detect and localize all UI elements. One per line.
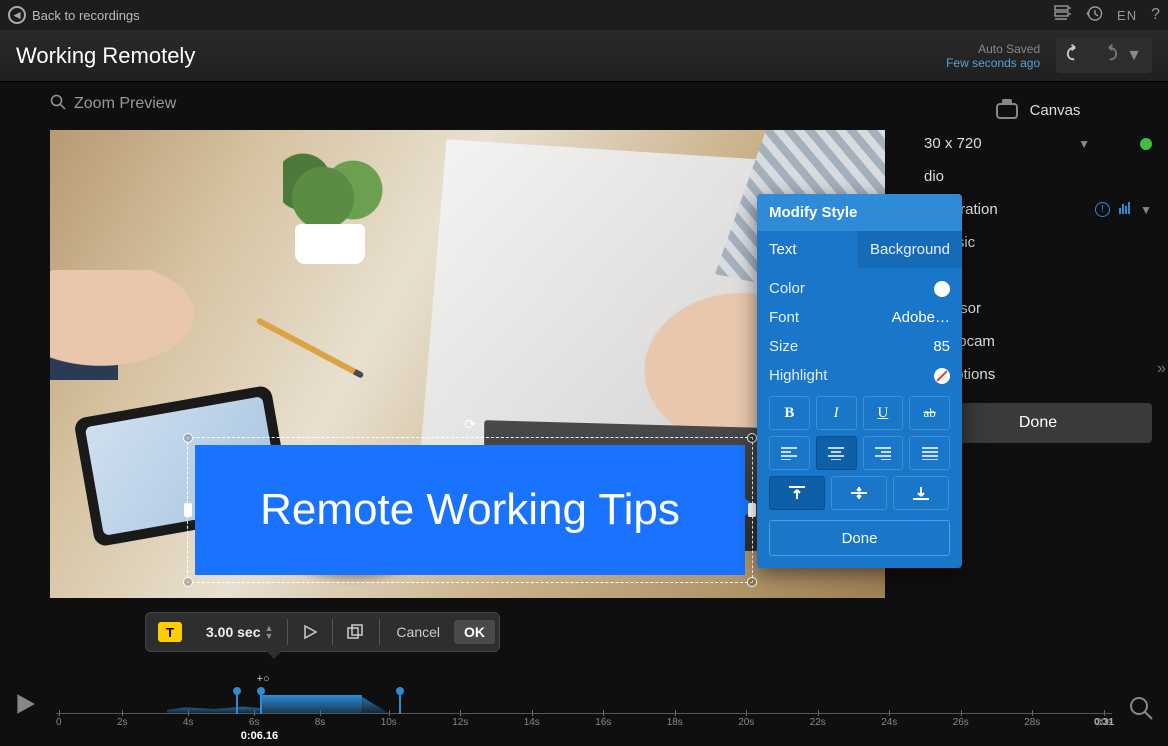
- timeline-tick: 2s: [117, 717, 128, 728]
- history-icon[interactable]: [1086, 5, 1103, 26]
- align-justify-button[interactable]: [909, 436, 950, 470]
- valign-middle-button[interactable]: [831, 476, 887, 510]
- timeline-tick: 28s: [1024, 717, 1040, 728]
- color-swatch-white[interactable]: [934, 281, 950, 297]
- timeline: +○ 0:06.16 0 2s 4s 6s 8s 10s 12s 14s 16s 18s 20s 22…: [0, 668, 1168, 746]
- modify-style-tabs: Text Background: [757, 231, 962, 268]
- italic-button[interactable]: I: [816, 396, 857, 430]
- timeline-region-fadeout[interactable]: [362, 697, 388, 713]
- modify-style-title: Modify Style: [757, 194, 962, 231]
- overlay-toolbar: T 3.00 sec ▲▼ Cancel OK: [145, 612, 500, 652]
- duplicate-overlay-button[interactable]: [339, 617, 373, 647]
- top-nav: ◄ Back to recordings EN ?: [0, 0, 1168, 30]
- timeline-tick: 24s: [881, 717, 897, 728]
- timeline-playhead[interactable]: [260, 692, 262, 714]
- layers-icon[interactable]: [1054, 5, 1072, 25]
- timeline-tick: 6s: [249, 717, 260, 728]
- valign-bottom-button[interactable]: [893, 476, 949, 510]
- status-dot-green: [1140, 138, 1152, 150]
- timeline-tick: 18s: [667, 717, 683, 728]
- play-button[interactable]: [12, 691, 38, 722]
- chevron-down-icon[interactable]: ▼: [1140, 203, 1152, 217]
- modify-done-button[interactable]: Done: [769, 520, 950, 556]
- timeline-tick: 16s: [595, 717, 611, 728]
- current-time: 0:06.16: [241, 730, 278, 742]
- timeline-tick: 14s: [524, 717, 540, 728]
- modify-style-popup: Modify Style Text Background Color Font …: [757, 194, 962, 568]
- play-overlay-button[interactable]: [294, 617, 326, 647]
- timeline-region-fadein[interactable]: [167, 705, 262, 713]
- timeline-tick: 26s: [953, 717, 969, 728]
- row-color[interactable]: Color: [769, 274, 950, 303]
- overlay-duration[interactable]: 3.00 sec ▲▼: [198, 617, 281, 647]
- add-marker-icon[interactable]: +○: [257, 673, 270, 685]
- project-title: Working Remotely: [16, 43, 946, 69]
- row-highlight[interactable]: Highlight: [769, 361, 950, 390]
- undo-button[interactable]: [1066, 44, 1088, 67]
- resolution-row[interactable]: 30 x 720 ▼: [908, 127, 1168, 160]
- resize-handle-ne[interactable]: [747, 433, 757, 443]
- resize-handle-sw[interactable]: [183, 577, 193, 587]
- selection-box[interactable]: ⟳: [187, 437, 753, 583]
- underline-button[interactable]: U: [863, 396, 904, 430]
- help-icon[interactable]: ?: [1151, 6, 1160, 24]
- chevron-down-icon: ▼: [1078, 137, 1090, 151]
- duration-stepper[interactable]: ▲▼: [265, 624, 274, 640]
- resize-handle-e[interactable]: [748, 503, 756, 517]
- zoom-preview-toggle[interactable]: Zoom Preview: [50, 94, 176, 114]
- valign-top-button[interactable]: [769, 476, 825, 510]
- more-dropdown-icon[interactable]: ▼: [1126, 47, 1142, 65]
- main-area: Zoom Preview Remote Working Tips ⟳: [0, 82, 1168, 746]
- row-size[interactable]: Size 85: [769, 332, 950, 361]
- timeline-ticks: 02s4s6s8s10s12s14s16s18s20s22s24s26s28s3…: [56, 717, 1112, 728]
- text-type-icon: T: [158, 622, 182, 642]
- rotate-handle[interactable]: ⟳: [464, 416, 476, 433]
- back-to-recordings[interactable]: ◄ Back to recordings: [8, 6, 140, 24]
- info-icon[interactable]: !: [1095, 202, 1110, 217]
- cancel-button[interactable]: Cancel: [386, 620, 450, 644]
- autosave-status: Auto Saved Few seconds ago: [946, 42, 1040, 70]
- resize-handle-nw[interactable]: [183, 433, 193, 443]
- resize-handle-w[interactable]: [184, 503, 192, 517]
- undo-redo-group: ▼: [1056, 38, 1152, 73]
- tab-text[interactable]: Text: [757, 231, 858, 268]
- row-font[interactable]: Font Adobe…: [769, 303, 950, 332]
- timeline-duration: 0:31: [1094, 717, 1114, 728]
- bold-button[interactable]: B: [769, 396, 810, 430]
- section-audio[interactable]: dio: [908, 160, 1168, 193]
- align-center-button[interactable]: [816, 436, 857, 470]
- timeline-tick: 20s: [738, 717, 754, 728]
- audio-level-icon: [1118, 201, 1130, 218]
- timeline-tick: 4s: [183, 717, 194, 728]
- tab-background[interactable]: Background: [858, 231, 962, 268]
- expand-panel-icon[interactable]: »: [1157, 360, 1166, 378]
- redo-button[interactable]: [1096, 44, 1118, 67]
- overlay-type-text[interactable]: T: [150, 617, 194, 647]
- resize-handle-se[interactable]: [747, 577, 757, 587]
- section-canvas[interactable]: Canvas: [908, 94, 1168, 127]
- align-right-button[interactable]: [863, 436, 904, 470]
- align-left-button[interactable]: [769, 436, 810, 470]
- magnifier-icon: [50, 94, 66, 114]
- language-selector[interactable]: EN: [1117, 8, 1137, 23]
- timeline-zoom-icon[interactable]: [1128, 695, 1154, 728]
- camera-icon: [996, 103, 1018, 119]
- timeline-tick: 10s: [381, 717, 397, 728]
- ok-button[interactable]: OK: [454, 620, 495, 644]
- timeline-marker-end[interactable]: [399, 692, 401, 714]
- timeline-marker-start[interactable]: [236, 692, 238, 714]
- timeline-track[interactable]: +○ 0:06.16 02s4s6s8s10s12s14s16s18s20s22…: [56, 678, 1112, 728]
- timeline-tick: 12s: [452, 717, 468, 728]
- title-bar: Working Remotely Auto Saved Few seconds …: [0, 30, 1168, 82]
- timeline-tick: 8s: [315, 717, 326, 728]
- timeline-tick: 22s: [810, 717, 826, 728]
- timeline-region-main[interactable]: [262, 695, 362, 713]
- back-arrow-icon: ◄: [8, 6, 26, 24]
- highlight-none-icon[interactable]: [934, 368, 950, 384]
- strikethrough-button[interactable]: ab: [909, 396, 950, 430]
- autosave-time[interactable]: Few seconds ago: [946, 56, 1040, 70]
- timeline-tick: 0: [56, 717, 62, 728]
- back-label: Back to recordings: [32, 8, 140, 23]
